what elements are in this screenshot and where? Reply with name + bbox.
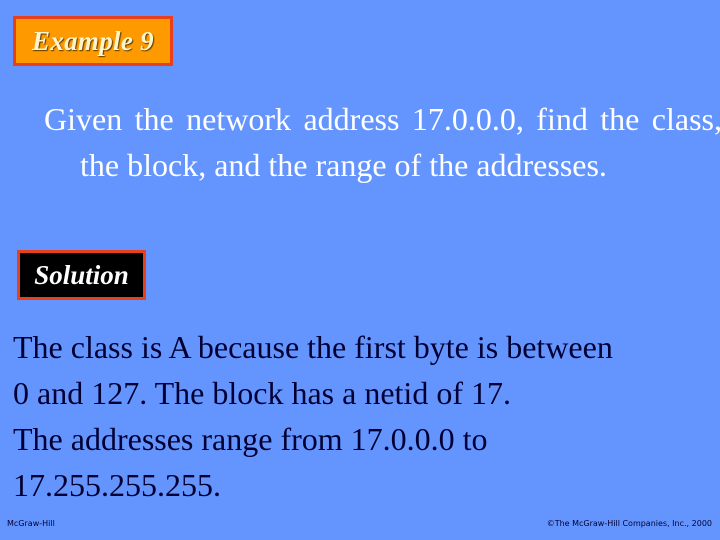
example-title-box: Example 9: [13, 16, 173, 66]
example-title: Example 9: [32, 25, 154, 56]
solution-label: Solution: [34, 259, 129, 290]
solution-line: The class is A because the first byte is…: [13, 329, 613, 365]
solution-line: The addresses range from 17.0.0.0 to: [13, 421, 488, 457]
solution-text: The class is A because the first byte is…: [13, 324, 713, 508]
problem-statement: Given the network address 17.0.0.0, find…: [44, 101, 720, 183]
solution-line: 0 and 127. The block has a netid of 17.: [13, 375, 511, 411]
solution-label-box: Solution: [17, 250, 146, 300]
footer-publisher: McGraw-Hill: [7, 519, 55, 528]
footer-copyright: ©The McGraw-Hill Companies, Inc., 2000: [546, 519, 712, 528]
solution-line: 17.255.255.255.: [13, 467, 221, 503]
